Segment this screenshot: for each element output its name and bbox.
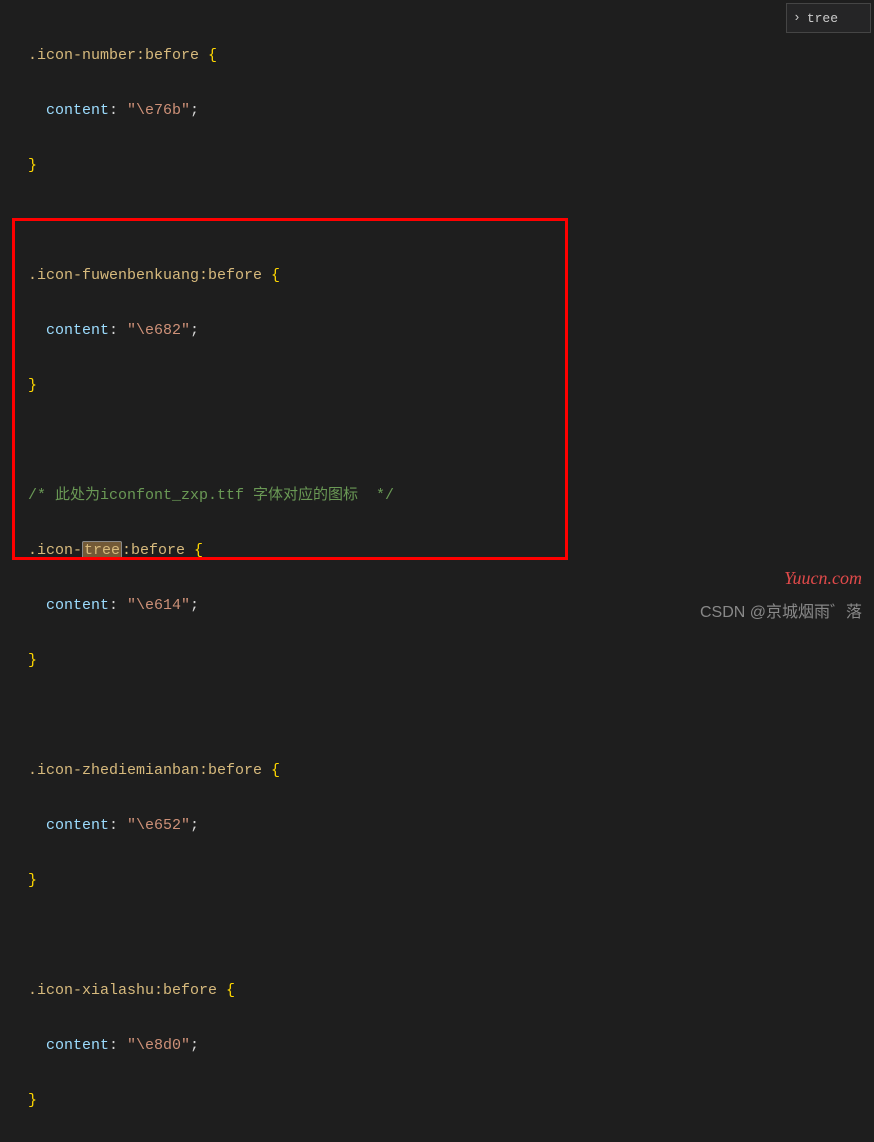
comment: /* 此处为iconfont_zxp.ttf 字体对应的图标 */	[28, 487, 394, 504]
code-line: }	[28, 1087, 874, 1115]
blank-line	[28, 702, 874, 730]
property: content	[46, 102, 109, 119]
code-editor[interactable]: .icon-number:before { content: "\e76b"; …	[0, 0, 874, 1142]
selector: .icon-	[28, 542, 82, 559]
value: "\e652"	[127, 817, 190, 834]
blank-line	[28, 427, 874, 455]
blank-line	[28, 207, 874, 235]
code-line: }	[28, 867, 874, 895]
code-line: content: "\e682";	[28, 317, 874, 345]
value: "\e614"	[127, 597, 190, 614]
property: content	[46, 597, 109, 614]
property: content	[46, 1037, 109, 1054]
code-line: /* 此处为iconfont_zxp.ttf 字体对应的图标 */	[28, 482, 874, 510]
code-line: .icon-zhediemianban:before {	[28, 757, 874, 785]
search-panel[interactable]: ›	[786, 3, 871, 33]
value: "\e682"	[127, 322, 190, 339]
selector: .icon-number	[28, 47, 136, 64]
blank-line	[28, 922, 874, 950]
code-line: .icon-fuwenbenkuang:before {	[28, 262, 874, 290]
code-line: .icon-tree:before {	[28, 537, 874, 565]
code-line: .icon-xialashu:before {	[28, 977, 874, 1005]
selector: .icon-fuwenbenkuang	[28, 267, 199, 284]
code-line: }	[28, 372, 874, 400]
watermark-yuucn: Yuucn.com	[784, 565, 862, 593]
property: content	[46, 322, 109, 339]
selector: .icon-xialashu	[28, 982, 154, 999]
code-line: content: "\e76b";	[28, 97, 874, 125]
code-line: .icon-number:before {	[28, 42, 874, 70]
search-match-highlight: tree	[82, 541, 122, 560]
search-input[interactable]	[807, 11, 857, 26]
chevron-right-icon[interactable]: ›	[793, 4, 801, 32]
value: "\e8d0"	[127, 1037, 190, 1054]
watermark-csdn: CSDN @京城烟雨゛落	[700, 599, 862, 627]
value: "\e76b"	[127, 102, 190, 119]
code-line: content: "\e652";	[28, 812, 874, 840]
code-line: content: "\e8d0";	[28, 1032, 874, 1060]
selector: .icon-zhediemianban	[28, 762, 199, 779]
code-line: }	[28, 647, 874, 675]
property: content	[46, 817, 109, 834]
code-line: }	[28, 152, 874, 180]
